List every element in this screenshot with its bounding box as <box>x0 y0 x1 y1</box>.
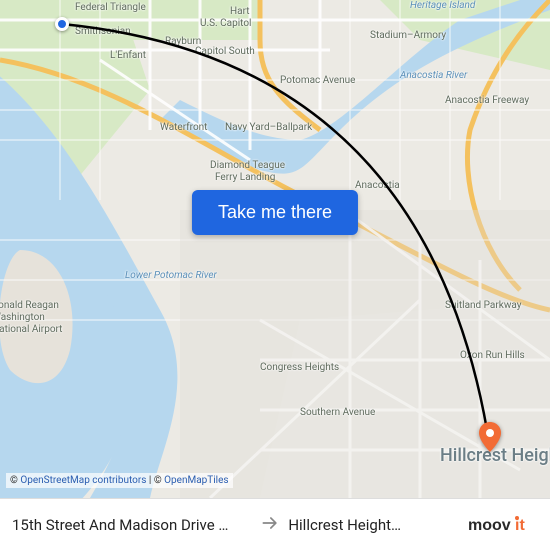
attr-sep: | © <box>146 475 164 486</box>
route-from-label: 15th Street And Madison Drive … <box>12 516 252 534</box>
arrow-right-icon <box>260 513 280 537</box>
osm-link[interactable]: OpenStreetMap contributors <box>20 475 146 486</box>
map-attribution: © OpenStreetMap contributors | © OpenMap… <box>6 473 233 488</box>
map-canvas[interactable] <box>0 0 550 550</box>
route-footer: 15th Street And Madison Drive … Hillcres… <box>0 498 550 550</box>
openmaptiles-link[interactable]: OpenMapTiles <box>164 475 228 486</box>
destination-marker[interactable] <box>479 422 501 452</box>
take-me-there-button[interactable]: Take me there <box>192 190 358 235</box>
route-to-label: Hillcrest Height… <box>288 516 460 534</box>
moovit-logo[interactable]: moov it <box>468 515 538 535</box>
svg-text:moov: moov <box>468 517 511 534</box>
origin-marker[interactable] <box>55 17 69 31</box>
attr-prefix: © <box>10 475 20 486</box>
